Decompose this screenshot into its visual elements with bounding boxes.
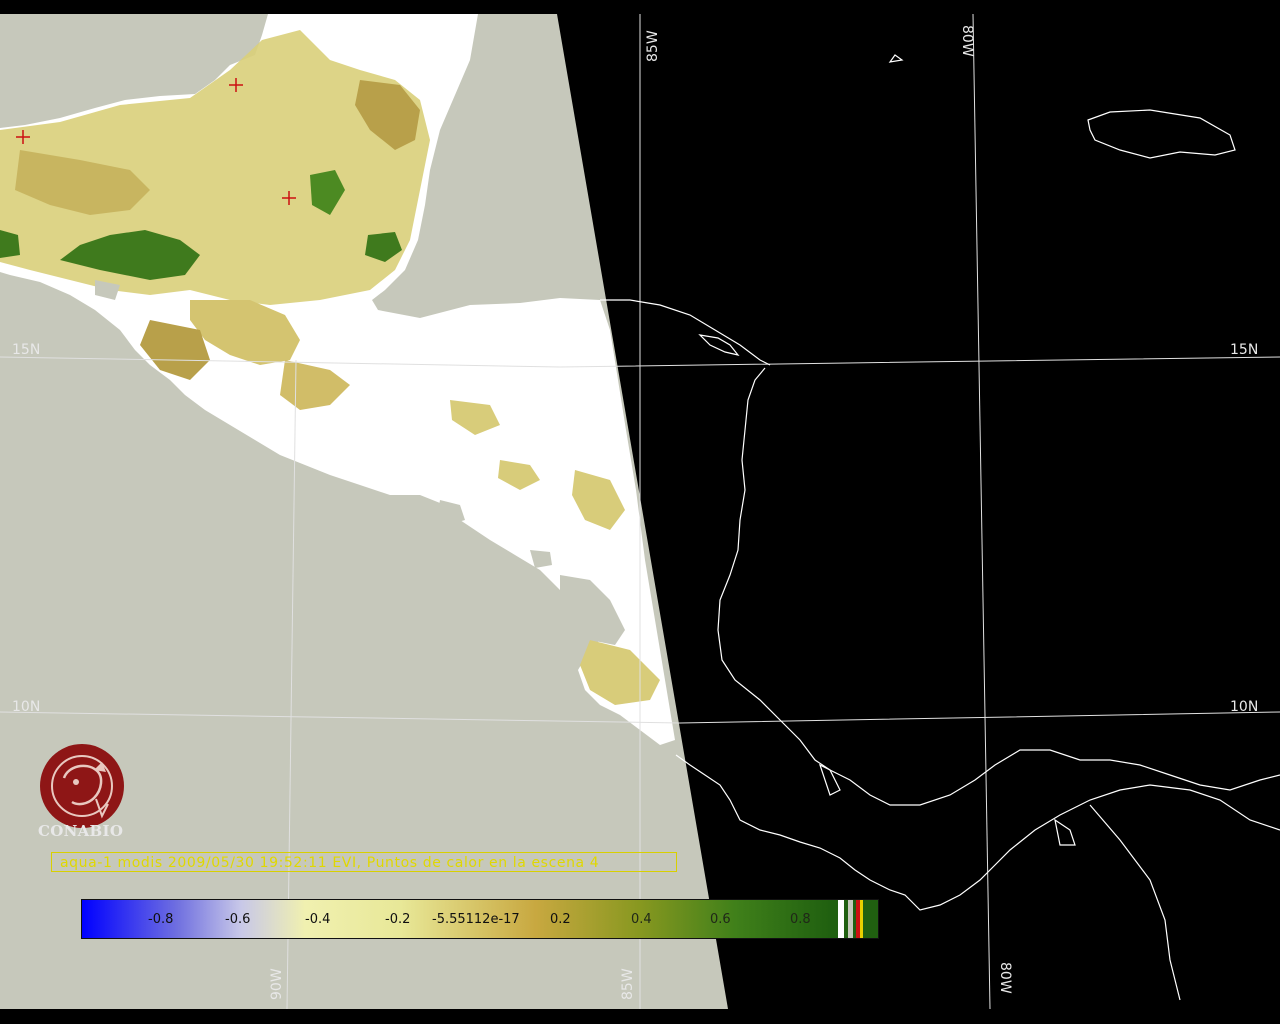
colorbar-tick-label: 0.8 — [790, 912, 811, 927]
colorbar-tick-label: -0.4 — [305, 912, 331, 927]
lon-label-85w-bottom: 85W — [620, 968, 636, 1000]
conabio-logo-text: CONABIO — [38, 822, 124, 840]
colorbar-tick-label: 0.6 — [710, 912, 731, 927]
colorbar-tick-label: -5.55112e-17 — [432, 912, 520, 927]
colorbar-tick-label: -0.6 — [225, 912, 251, 927]
lon-label-90w-bottom: 90W — [269, 968, 285, 1000]
lon-label-80w-top: 80W — [959, 25, 975, 57]
colorbar-swatch-yellow — [860, 900, 863, 938]
scene-caption: aqua-1 modis 2009/05/30 19:52:11 EVI, Pu… — [51, 852, 677, 872]
lon-label-85w-top: 85W — [645, 30, 661, 62]
colorbar-tick-label: -0.8 — [148, 912, 174, 927]
colorbar-tick-label: -0.2 — [385, 912, 411, 927]
lon-label-80w-bottom: 80W — [997, 962, 1013, 994]
lat-label-15n-left: 15N — [12, 342, 41, 358]
lat-label-15n-right: 15N — [1230, 342, 1259, 358]
colorbar-tick-label: 0.4 — [631, 912, 652, 927]
lat-label-10n-left: 10N — [12, 699, 41, 715]
colorbar-swatch-no-data — [848, 900, 853, 938]
colorbar-swatch-cloud — [838, 900, 844, 938]
colorbar-tick-label: 0.2 — [550, 912, 571, 927]
evi-colorbar: -0.8 -0.6 -0.4 -0.2 -5.55112e-17 0.2 0.4… — [81, 899, 879, 939]
lat-label-10n-right: 10N — [1230, 699, 1259, 715]
